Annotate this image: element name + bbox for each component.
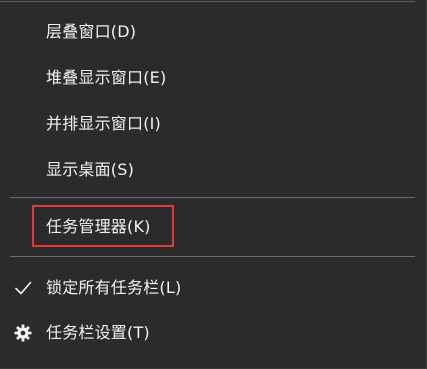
menu-item-side-by-side-windows[interactable]: 并排显示窗口(I) [0, 104, 415, 144]
menu-item-label: 显示桌面(S) [46, 160, 135, 179]
gear-icon [14, 324, 32, 342]
menu-item-cascade-windows[interactable]: 层叠窗口(D) [0, 12, 415, 52]
menu-item-label: 任务栏设置(T) [46, 323, 150, 342]
menu-item-label: 层叠窗口(D) [46, 22, 137, 41]
menu-item-task-manager[interactable]: 任务管理器(K) [0, 207, 415, 247]
taskbar-context-menu: 层叠窗口(D) 堆叠显示窗口(E) 并排显示窗口(I) 显示桌面(S) 任务管理… [0, 0, 427, 369]
menu-item-label: 并排显示窗口(I) [46, 114, 162, 133]
menu-item-label: 任务管理器(K) [46, 217, 151, 236]
menu-item-show-desktop[interactable]: 显示桌面(S) [0, 150, 415, 190]
menu-item-stack-windows[interactable]: 堆叠显示窗口(E) [0, 58, 415, 98]
menu-separator [10, 197, 415, 198]
menu-item-taskbar-settings[interactable]: 任务栏设置(T) [0, 313, 415, 353]
menu-item-label: 堆叠显示窗口(E) [46, 68, 167, 87]
checkmark-icon [15, 281, 32, 295]
menu-separator [10, 256, 415, 257]
menu-top-separator [0, 1, 415, 2]
menu-item-lock-taskbars[interactable]: 锁定所有任务栏(L) [0, 268, 415, 308]
menu-item-label: 锁定所有任务栏(L) [46, 278, 182, 297]
